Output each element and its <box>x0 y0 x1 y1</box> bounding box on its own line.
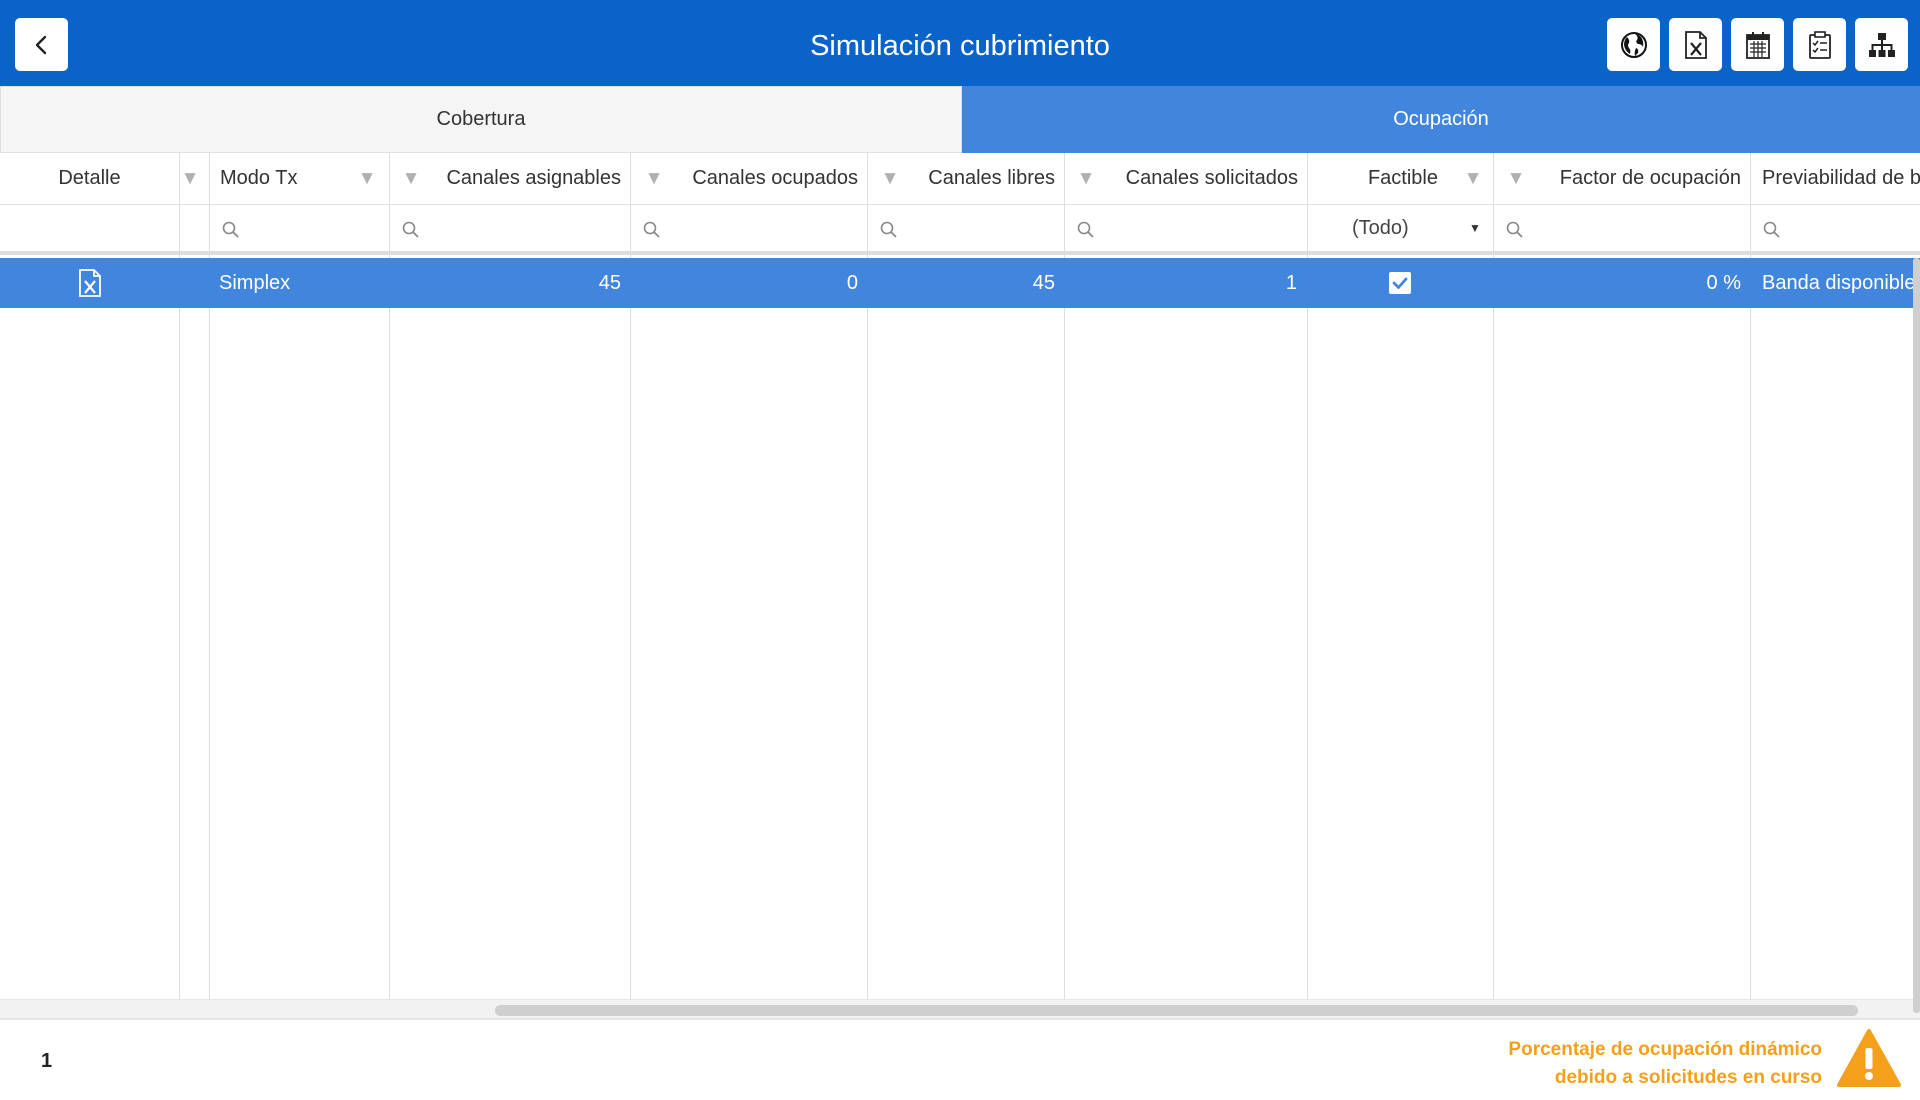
cell-factible <box>1307 258 1493 308</box>
filter-funnel-icon[interactable]: ▼ <box>877 153 903 204</box>
tab-bar: Cobertura Ocupación <box>0 86 1920 153</box>
calendar-icon <box>1745 31 1770 59</box>
cell-canales-asignables: 45 <box>598 271 621 294</box>
search-icon <box>1506 221 1523 238</box>
warning-icon <box>1837 1029 1901 1087</box>
filter-canales-libres[interactable] <box>867 205 1064 251</box>
tab-ocupacion[interactable]: Ocupación <box>962 86 1920 153</box>
column-header-factor-ocupacion[interactable]: Factor de ocupación <box>1529 153 1741 204</box>
excel-icon <box>1684 30 1707 59</box>
grid-filter-row: (Todo) ▼ <box>0 205 1920 255</box>
filter-funnel-icon[interactable]: ▼ <box>1073 153 1099 204</box>
detalle-button[interactable] <box>0 258 179 308</box>
vertical-scrollbar-thumb[interactable] <box>1913 258 1920 1013</box>
filter-funnel-icon[interactable]: ▼ <box>641 153 667 204</box>
cell-canales-ocupados: 0 <box>846 271 858 294</box>
export-excel-button[interactable] <box>1669 18 1722 71</box>
tab-cobertura[interactable]: Cobertura <box>0 86 962 153</box>
search-icon <box>402 221 419 238</box>
checkbox-checked-icon[interactable] <box>1388 271 1412 295</box>
calendar-button[interactable] <box>1731 18 1784 71</box>
search-icon <box>1077 221 1094 238</box>
filter-factible-select[interactable]: (Todo) ▼ <box>1307 205 1493 251</box>
hierarchy-button[interactable] <box>1855 18 1908 71</box>
filter-canales-ocupados[interactable] <box>630 205 867 251</box>
column-header-detalle[interactable]: Detalle <box>0 153 179 204</box>
column-header-factible[interactable]: Factible <box>1310 153 1438 204</box>
search-icon <box>222 221 239 238</box>
filter-canales-asignables[interactable] <box>389 205 630 251</box>
globe-icon <box>1620 31 1647 58</box>
filter-funnel-icon[interactable]: ▼ <box>180 153 200 204</box>
toolbar <box>1607 18 1908 71</box>
globe-button[interactable] <box>1607 18 1660 71</box>
cell-previabilidad: Banda disponible <box>1762 271 1916 294</box>
factible-filter-value: (Todo) <box>1352 216 1409 239</box>
cell-canales-solicitados: 1 <box>1285 271 1297 294</box>
filter-funnel-icon[interactable]: ▼ <box>354 153 380 204</box>
horizontal-scrollbar[interactable] <box>0 999 1920 1018</box>
data-grid: Detalle ▼ Modo Tx ▼ ▼ Canales asignables… <box>0 153 1920 1018</box>
filter-previabilidad[interactable] <box>1750 205 1920 251</box>
column-header-canales-libres[interactable]: Canales libres <box>903 153 1055 204</box>
filter-canales-solicitados[interactable] <box>1064 205 1307 251</box>
clipboard-icon <box>1808 30 1831 59</box>
app-header: Simulación cubrimiento <box>0 0 1920 86</box>
filter-funnel-icon[interactable]: ▼ <box>398 153 424 204</box>
grid-header-row: Detalle ▼ Modo Tx ▼ ▼ Canales asignables… <box>0 153 1920 205</box>
filter-funnel-icon[interactable]: ▼ <box>1460 153 1486 204</box>
excel-icon <box>78 269 101 297</box>
table-row[interactable]: Simplex 45 0 45 1 0 % Banda disponible <box>0 258 1920 308</box>
cell-factor-ocupacion: 0 % <box>1706 271 1741 294</box>
cell-modo-tx: Simplex <box>219 271 291 294</box>
footer-bar: 1 Porcentaje de ocupación dinámico debid… <box>0 1018 1920 1100</box>
dropdown-caret-icon: ▼ <box>1469 221 1481 235</box>
search-icon <box>1763 221 1780 238</box>
column-header-canales-solicitados[interactable]: Canales solicitados <box>1099 153 1298 204</box>
column-header-canales-asignables[interactable]: Canales asignables <box>424 153 621 204</box>
occupancy-warning: Porcentaje de ocupación dinámico debido … <box>1508 1036 1822 1092</box>
back-button[interactable] <box>15 18 68 71</box>
filter-factor-ocupacion[interactable] <box>1493 205 1750 251</box>
search-icon <box>643 221 660 238</box>
search-icon <box>880 221 897 238</box>
org-chart-icon <box>1868 32 1895 57</box>
checklist-button[interactable] <box>1793 18 1846 71</box>
filter-modo-tx[interactable] <box>209 205 389 251</box>
warning-line-1: Porcentaje de ocupación dinámico <box>1508 1039 1822 1060</box>
column-header-previabilidad[interactable]: Previabilidad de b <box>1762 153 1920 204</box>
filter-funnel-icon[interactable]: ▼ <box>1503 153 1529 204</box>
page-number[interactable]: 1 <box>41 1050 52 1073</box>
warning-line-2: debido a solicitudes en curso <box>1554 1067 1822 1088</box>
column-header-modo-tx[interactable]: Modo Tx <box>220 153 350 204</box>
cell-canales-libres: 45 <box>1032 271 1055 294</box>
horizontal-scrollbar-thumb[interactable] <box>495 1005 1858 1016</box>
chevron-left-icon <box>35 35 46 54</box>
column-header-canales-ocupados[interactable]: Canales ocupados <box>667 153 858 204</box>
